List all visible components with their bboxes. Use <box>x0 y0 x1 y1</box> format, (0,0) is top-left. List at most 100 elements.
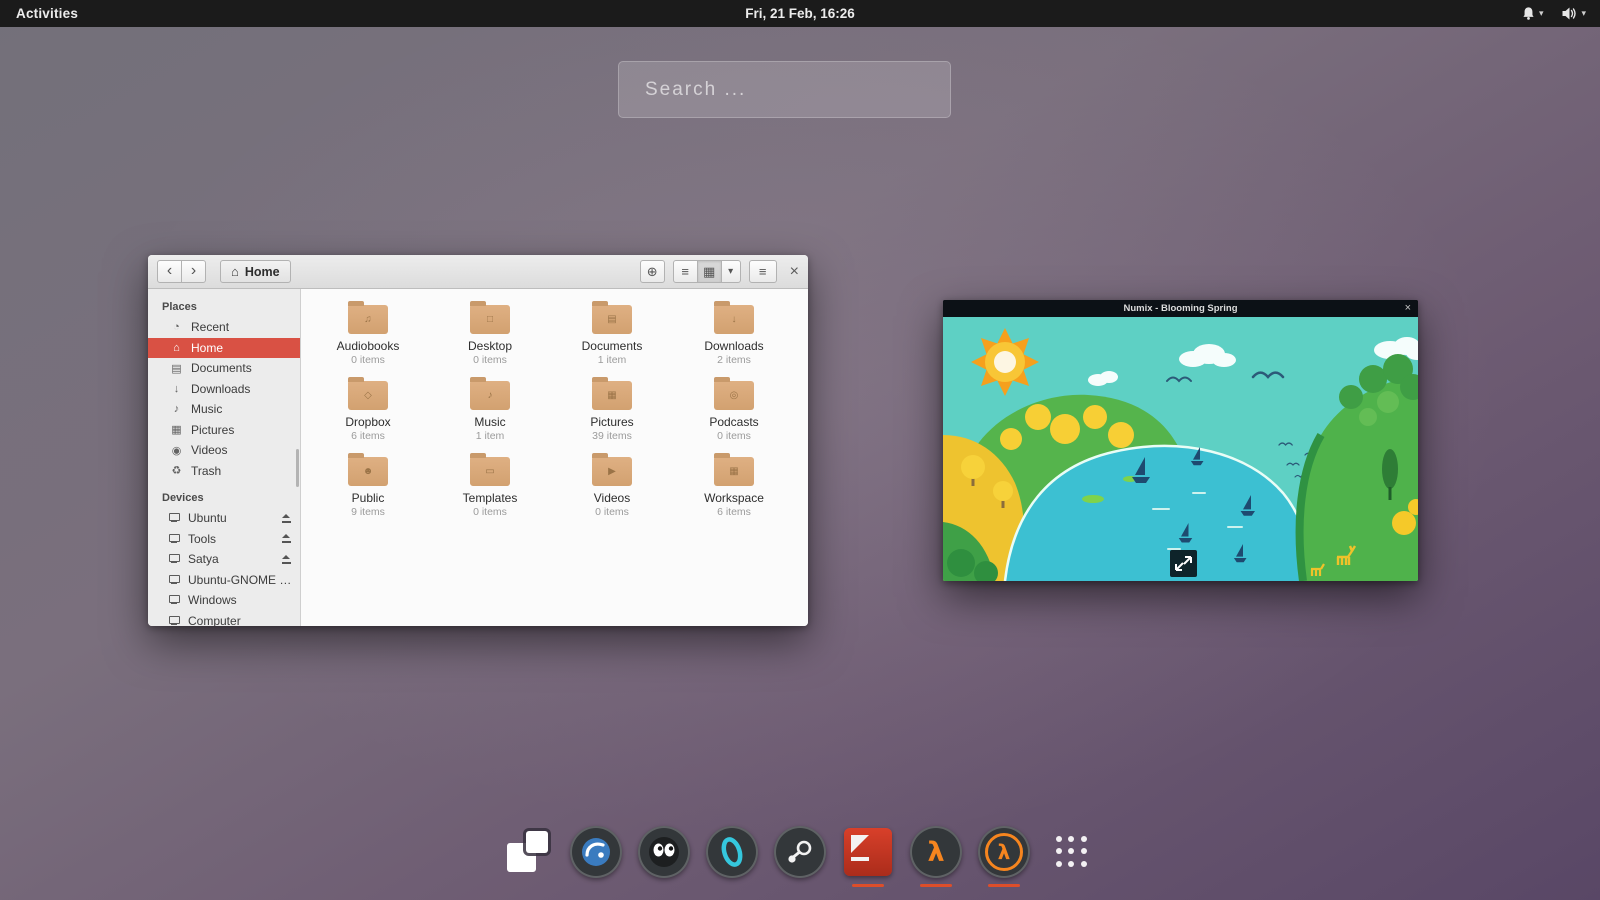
podcast-emblem-icon: ◎ <box>730 391 739 401</box>
folder-music[interactable]: ♪ Music 1 item <box>429 375 551 451</box>
view-options-button[interactable]: ▾ <box>721 260 741 283</box>
dash-portal[interactable] <box>706 826 758 878</box>
folder-templates[interactable]: ▭ Templates 0 items <box>429 451 551 527</box>
dash-dota2[interactable] <box>842 826 894 878</box>
music-note-icon: ♪ <box>170 403 183 415</box>
image-window-titlebar[interactable]: Numix - Blooming Spring × <box>943 300 1418 317</box>
drive-icon <box>168 513 180 523</box>
sidebar-device-ubuntu[interactable]: Ubuntu <box>148 508 300 529</box>
video-emblem-icon: ▶ <box>608 467 616 477</box>
folder-pictures[interactable]: ▦ Pictures 39 items <box>551 375 673 451</box>
back-button[interactable]: ‹ <box>157 260 182 283</box>
sidebar-device-windows[interactable]: Windows <box>148 590 300 611</box>
eject-icon[interactable] <box>281 514 292 523</box>
clock[interactable]: Fri, 21 Feb, 16:26 <box>0 6 1600 21</box>
sidebar-item-home[interactable]: ⌂ Home <box>148 338 300 359</box>
folder-workspace[interactable]: ▦ Workspace 6 items <box>673 451 795 527</box>
chevron-down-icon: ▾ <box>1581 8 1586 19</box>
dash-world-of-goo[interactable] <box>638 826 690 878</box>
browser-icon <box>570 826 622 878</box>
places-header: Places <box>148 296 300 317</box>
menu-icon: ≡ <box>759 264 767 279</box>
dash-browser[interactable] <box>570 826 622 878</box>
eject-icon[interactable] <box>281 555 292 564</box>
folder-documents[interactable]: ▤ Documents 1 item <box>551 299 673 375</box>
speaker-icon <box>1561 6 1578 21</box>
home-icon: ⌂ <box>231 264 239 279</box>
running-indicator <box>852 884 884 888</box>
folder-icon: ▦ <box>714 457 754 486</box>
recent-icon: ◔ <box>170 321 183 333</box>
sidebar-item-trash[interactable]: ♻ Trash <box>148 461 300 482</box>
dash-half-life-2[interactable]: λ <box>978 826 1030 878</box>
sidebar-item-downloads[interactable]: ↓ Downloads <box>148 379 300 400</box>
sidebar-item-documents[interactable]: ▤ Documents <box>148 358 300 379</box>
dash-steam[interactable] <box>774 826 826 878</box>
public-emblem-icon: ☻ <box>363 467 374 477</box>
location-label: Home <box>245 265 280 279</box>
dash-show-applications[interactable] <box>1046 826 1098 878</box>
fullscreen-button[interactable] <box>1170 550 1197 577</box>
location-button[interactable]: ⌂ Home <box>220 260 291 283</box>
list-view-button[interactable]: ≡ <box>673 260 698 283</box>
sidebar-device-computer[interactable]: Computer <box>148 611 300 627</box>
volume-indicator[interactable]: ▾ <box>1561 6 1586 21</box>
goo-eyes-icon <box>638 826 690 878</box>
pathbar-toggle-button[interactable]: ⊕ <box>640 260 665 283</box>
system-tray: ▾ ▾ <box>1521 6 1586 21</box>
music-emblem-icon: ♪ <box>488 391 493 401</box>
files-content-area[interactable]: ♫ Audiobooks 0 items □ Desktop 0 items ▤… <box>301 289 808 626</box>
folder-downloads[interactable]: ↓ Downloads 2 items <box>673 299 795 375</box>
search-input[interactable] <box>619 62 950 117</box>
chevron-down-icon: ▾ <box>728 266 733 277</box>
document-emblem-icon: ▤ <box>607 315 616 325</box>
folder-icon: ▭ <box>470 457 510 486</box>
sidebar-item-pictures[interactable]: ▦ Pictures <box>148 420 300 441</box>
sidebar-device-ubuntu-gnome[interactable]: Ubuntu-GNOME 13... <box>148 570 300 591</box>
list-view-icon: ≡ <box>681 264 689 279</box>
dash-files[interactable] <box>502 826 554 878</box>
activities-button[interactable]: Activities <box>16 6 78 21</box>
files-window[interactable]: ‹ › ⌂ Home ⊕ ≡ ▦ ▾ ≡ × Places ◔ Recent <box>148 255 808 626</box>
folder-dropbox[interactable]: ◇ Dropbox 6 items <box>307 375 429 451</box>
image-viewer-window[interactable]: Numix - Blooming Spring × <box>943 300 1418 581</box>
sun-icon <box>971 328 1039 396</box>
folder-audiobooks[interactable]: ♫ Audiobooks 0 items <box>307 299 429 375</box>
trash-icon: ♻ <box>170 464 183 477</box>
eject-icon[interactable] <box>281 534 292 543</box>
drive-icon <box>168 595 180 605</box>
menu-button[interactable]: ≡ <box>749 260 777 283</box>
forward-button[interactable]: › <box>181 260 206 283</box>
sidebar-device-tools[interactable]: Tools <box>148 529 300 550</box>
back-icon: ‹ <box>167 263 172 279</box>
folder-public[interactable]: ☻ Public 9 items <box>307 451 429 527</box>
grid-view-button[interactable]: ▦ <box>697 260 722 283</box>
running-indicator <box>920 884 952 888</box>
pathbar-icon: ⊕ <box>647 264 658 280</box>
running-indicator <box>988 884 1020 888</box>
blooming-spring-illustration <box>943 317 1418 581</box>
sidebar-item-recent[interactable]: ◔ Recent <box>148 317 300 338</box>
window-close-button[interactable]: × <box>790 263 799 281</box>
folder-podcasts[interactable]: ◎ Podcasts 0 items <box>673 375 795 451</box>
view-switcher: ≡ ▦ ▾ <box>673 260 741 283</box>
notifications-indicator[interactable]: ▾ <box>1521 6 1544 21</box>
sidebar-item-music[interactable]: ♪ Music <box>148 399 300 420</box>
folder-desktop[interactable]: □ Desktop 0 items <box>429 299 551 375</box>
sidebar-device-satya[interactable]: Satya <box>148 549 300 570</box>
folder-icon: ♫ <box>348 305 388 334</box>
sidebar-item-videos[interactable]: ◉ Videos <box>148 440 300 461</box>
folder-icon: □ <box>470 305 510 334</box>
video-icon: ◉ <box>170 444 183 457</box>
files-sidebar: Places ◔ Recent ⌂ Home ▤ Documents ↓ Dow… <box>148 289 301 626</box>
picture-icon: ▦ <box>170 423 183 436</box>
folder-icon: ▶ <box>592 457 632 486</box>
steam-icon <box>774 826 826 878</box>
folder-videos[interactable]: ▶ Videos 0 items <box>551 451 673 527</box>
overview-search <box>618 61 951 118</box>
dash-half-life[interactable]: λ <box>910 826 962 878</box>
half-life-2-lambda-icon: λ <box>978 826 1030 878</box>
sidebar-scrollbar[interactable] <box>296 449 299 487</box>
files-headerbar[interactable]: ‹ › ⌂ Home ⊕ ≡ ▦ ▾ ≡ × <box>148 255 808 289</box>
window-close-button[interactable]: × <box>1405 300 1411 316</box>
